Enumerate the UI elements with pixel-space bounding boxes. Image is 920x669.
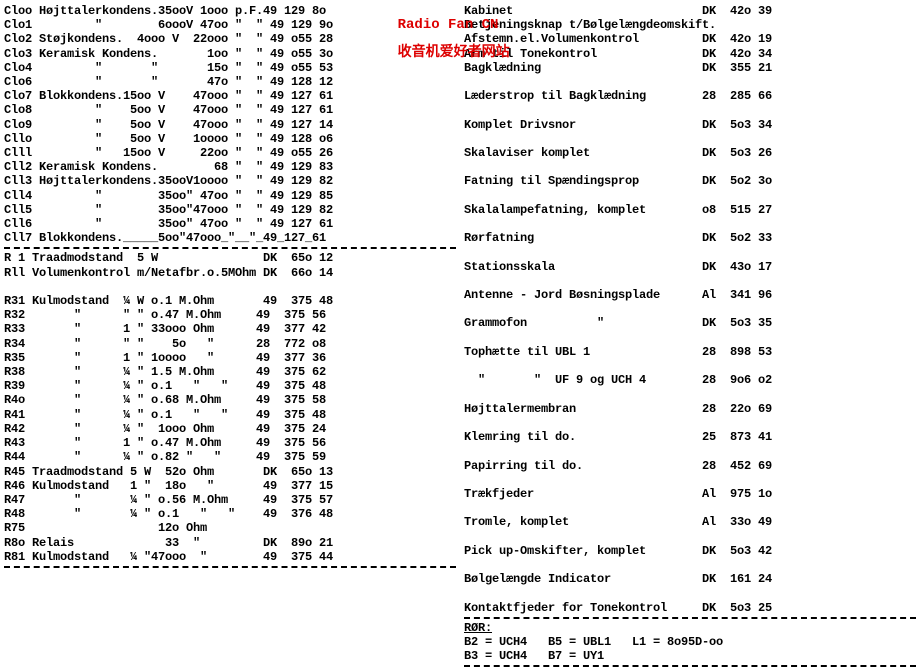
watermark: Radio Fan CN 收音机爱好者网站 [364,4,510,74]
part-row: Antenne - Jord Bøsningsplade Al 341 96 [464,288,916,302]
part-row [464,558,916,572]
resistor-row: R42 " ¼ " 1ooo Ohm 49 375 24 [4,422,456,436]
resistor-row: R34 " " " 5o " 28 772 o8 [4,337,456,351]
resistor-row: R47 " ¼ " o.56 M.Ohm 49 375 57 [4,493,456,507]
tubes-heading: RØR: [464,621,916,635]
part-row [464,530,916,544]
part-row [464,302,916,316]
part-row: Grammofon " DK 5o3 35 [464,316,916,330]
tubes-list: B2 = UCH4 B5 = UBL1 L1 = 8o95D-ooB3 = UC… [464,635,916,663]
part-row [464,189,916,203]
part-row: Betjeningsknap t/Bølgelængdeomskift. [464,18,916,32]
resistor-row: R4o " ¼ " o.68 M.Ohm 49 375 58 [4,393,456,407]
part-row [464,444,916,458]
part-row [464,501,916,515]
watermark-line1: Radio Fan CN [398,17,499,33]
capacitor-row: Cll3 Højttalerkondens.35ooV1oooo " " 49 … [4,174,456,188]
capacitor-row: Clo8 " 5oo V 47ooo " " 49 127 61 [4,103,456,117]
part-row: Højttalermembran 28 22o 69 [464,402,916,416]
part-row: Afstemn.el.Volumenkontrol DK 42o 19 [464,32,916,46]
divider [464,617,916,619]
part-row: Fatning til Spændingsprop DK 5o2 3o [464,174,916,188]
capacitor-row: Cll7 Blokkondens._____5oo"47ooo_"__"_49_… [4,231,456,245]
spacer [4,280,456,294]
resistor-row: R38 " ¼ " 1.5 M.Ohm 49 375 62 [4,365,456,379]
part-row [464,586,916,600]
capacitor-row: Cll5 " 35oo"47ooo " " 49 129 82 [4,203,456,217]
tube-row: B2 = UCH4 B5 = UBL1 L1 = 8o95D-oo [464,635,916,649]
resistor-list-a: R 1 Traadmodstand 5 W DK 65o 12Rll Volum… [4,251,456,279]
resistor-row: R81 Kulmodstand ¼ "47ooo " 49 375 44 [4,550,456,564]
resistor-list-b: R31 Kulmodstand ¼ W o.1 M.Ohm 49 375 48R… [4,294,456,564]
resistor-row: R8o Relais 33 " DK 89o 21 [4,536,456,550]
part-row: Stationsskala DK 43o 17 [464,260,916,274]
part-row [464,103,916,117]
resistor-row: R33 " 1 " 33ooo Ohm 49 377 42 [4,322,456,336]
resistor-row: R43 " 1 " o.47 M.Ohm 49 375 56 [4,436,456,450]
divider [4,247,456,249]
part-row: Pick up-Omskifter, komplet DK 5o3 42 [464,544,916,558]
part-row [464,359,916,373]
resistor-row: R75 12o Ohm [4,521,456,535]
capacitor-row: Cll2 Keramisk Kondens. 68 " " 49 129 83 [4,160,456,174]
resistor-row: R46 Kulmodstand 1 " 18o " 49 377 15 [4,479,456,493]
part-row [464,132,916,146]
part-row: Trækfjeder Al 975 1o [464,487,916,501]
resistor-row: R 1 Traadmodstand 5 W DK 65o 12 [4,251,456,265]
part-row: Rørfatning DK 5o2 33 [464,231,916,245]
resistor-row: R45 Traadmodstand 5 W 52o Ohm DK 65o 13 [4,465,456,479]
part-row: Læderstrop til Bagklædning 28 285 66 [464,89,916,103]
capacitor-row: Clll " 15oo V 22oo " " 49 o55 26 [4,146,456,160]
right-column: Kabinet DK 42o 39Betjeningsknap t/Bølgel… [464,4,916,669]
part-row: Skalaviser komplet DK 5o3 26 [464,146,916,160]
capacitor-row: Clo7 Blokkondens.15oo V 47ooo " " 49 127… [4,89,456,103]
part-row: Tophætte til UBL 1 28 898 53 [464,345,916,359]
part-row: Tromle, komplet Al 33o 49 [464,515,916,529]
resistor-row: R35 " 1 " 1oooo " 49 377 36 [4,351,456,365]
part-row: " " UF 9 og UCH 4 28 9o6 o2 [464,373,916,387]
part-row [464,416,916,430]
part-row: Bølgelængde Indicator DK 161 24 [464,572,916,586]
resistor-row: R48 " ¼ " o.1 " " 49 376 48 [4,507,456,521]
part-row: Kabinet DK 42o 39 [464,4,916,18]
part-row [464,331,916,345]
part-row: Kontaktfjeder for Tonekontrol DK 5o3 25 [464,601,916,615]
divider [464,665,916,667]
part-row [464,245,916,259]
capacitor-row: Clo6 " " 47o " " 49 128 12 [4,75,456,89]
part-row: Komplet Drivsnor DK 5o3 34 [464,118,916,132]
resistor-row: Rll Volumenkontrol m/Netafbr.o.5MOhm DK … [4,266,456,280]
part-row [464,75,916,89]
capacitor-row: Clo9 " 5oo V 47ooo " " 49 127 14 [4,118,456,132]
part-row: Bagklædning DK 355 21 [464,61,916,75]
parts-list-page: Radio Fan CN 收音机爱好者网站 Cloo Højttalerkond… [4,4,916,669]
cabinet-parts-list: Kabinet DK 42o 39Betjeningsknap t/Bølgel… [464,4,916,615]
capacitor-row: Cllo " 5oo V 1oooo " " 49 128 o6 [4,132,456,146]
resistor-row: R44 " ¼ " o.82 " " 49 375 59 [4,450,456,464]
watermark-line2: 收音机爱好者网站 [398,45,510,61]
resistor-row: R31 Kulmodstand ¼ W o.1 M.Ohm 49 375 48 [4,294,456,308]
part-row [464,160,916,174]
tube-row: B3 = UCH4 B7 = UY1 [464,649,916,663]
part-row: Klemring til do. 25 873 41 [464,430,916,444]
part-row [464,274,916,288]
capacitor-row: Cll4 " 35oo" 47oo " " 49 129 85 [4,189,456,203]
part-row: Arm til Tonekontrol DK 42o 34 [464,47,916,61]
part-row [464,387,916,401]
resistor-row: R41 " ¼ " o.1 " " 49 375 48 [4,408,456,422]
part-row [464,473,916,487]
part-row [464,217,916,231]
resistor-row: R39 " ¼ " o.1 " " 49 375 48 [4,379,456,393]
part-row: Papirring til do. 28 452 69 [464,459,916,473]
capacitor-row: Cll6 " 35oo" 47oo " " 49 127 61 [4,217,456,231]
resistor-row: R32 " " " o.47 M.Ohm 49 375 56 [4,308,456,322]
part-row: Skalalampefatning, komplet o8 515 27 [464,203,916,217]
left-column: Cloo Højttalerkondens.35ooV 1ooo p.F.49 … [4,4,456,669]
divider [4,566,456,568]
